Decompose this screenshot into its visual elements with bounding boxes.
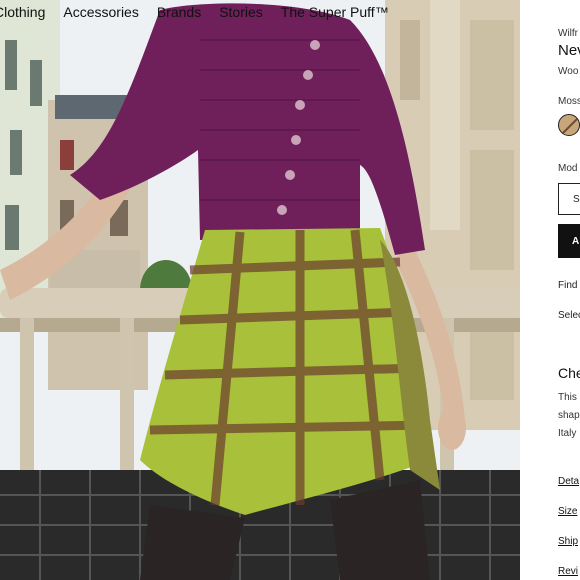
top-navigation: Clothing Accessories Brands Stories The … <box>0 0 520 24</box>
product-photo[interactable]: Clothing Accessories Brands Stories The … <box>0 0 520 580</box>
nav-item-clothing[interactable]: Clothing <box>0 4 45 20</box>
product-details-panel: Wilfr Nev Woo Moss Mod Se A Find Selec C… <box>520 0 580 580</box>
size-select-label: Se <box>573 193 580 205</box>
find-in-store-link[interactable]: Find <box>558 280 577 291</box>
shipping-link[interactable]: Ship <box>558 536 578 547</box>
product-material: Woo <box>558 66 579 77</box>
section-title: Che <box>558 365 580 381</box>
color-swatch[interactable] <box>558 114 580 136</box>
color-label: Moss <box>558 96 580 107</box>
description-line: Italy <box>558 428 577 439</box>
description-line: shap <box>558 410 580 421</box>
nav-item-super-puff[interactable]: The Super Puff™ <box>281 4 389 20</box>
select-size-text: Selec <box>558 310 580 321</box>
add-to-bag-label: A <box>572 235 580 247</box>
product-title: Nev <box>558 42 580 59</box>
product-brand[interactable]: Wilfr <box>558 28 578 39</box>
nav-item-stories[interactable]: Stories <box>219 4 263 20</box>
description-line: This <box>558 392 577 403</box>
reviews-link[interactable]: Revi <box>558 566 578 577</box>
size-guide-link[interactable]: Size <box>558 506 577 517</box>
size-select[interactable]: Se <box>558 183 580 215</box>
details-link[interactable]: Deta <box>558 476 579 487</box>
nav-item-brands[interactable]: Brands <box>157 4 201 20</box>
model-size-label: Mod <box>558 163 578 174</box>
model-photo-illustration <box>0 0 520 580</box>
add-to-bag-button[interactable]: A <box>558 224 580 258</box>
nav-item-accessories[interactable]: Accessories <box>63 4 138 20</box>
